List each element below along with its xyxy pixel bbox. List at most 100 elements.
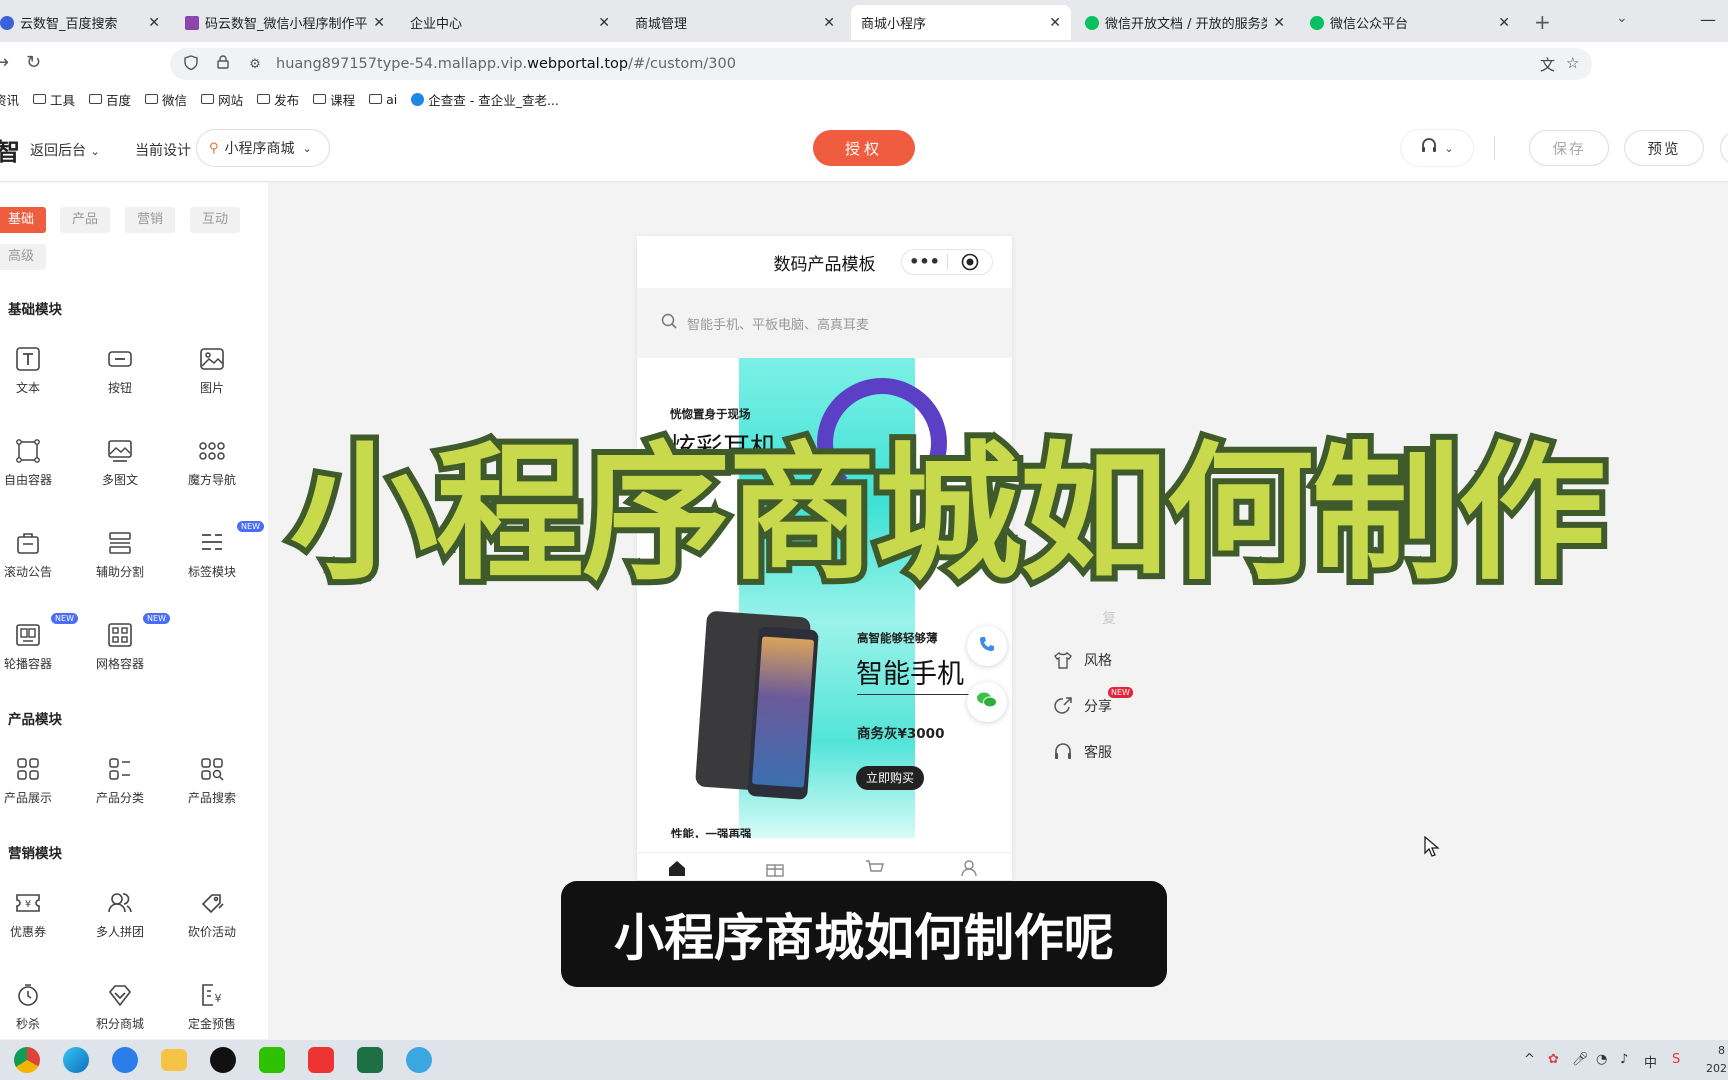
gift-icon[interactable] <box>765 859 785 880</box>
tab-advanced[interactable]: 高级 <box>0 244 47 270</box>
media-app-icon[interactable] <box>308 1047 334 1073</box>
excel-icon[interactable] <box>357 1047 383 1073</box>
tab-marketing[interactable]: 营销 <box>125 207 176 233</box>
browser-tab-5[interactable]: 微信开放文档 / 开放的服务类目 ✕ <box>1075 5 1295 40</box>
date[interactable]: 202 <box>1706 1062 1727 1075</box>
browser-tab-1[interactable]: 码云数智_微信小程序制作平台_ ✕ <box>175 5 395 40</box>
tray-app-icon[interactable]: ✿ <box>1548 1052 1559 1067</box>
phone-tagline: 高智能够轻够薄 <box>857 631 938 645</box>
tab-interaction[interactable]: 互动 <box>190 207 241 233</box>
save-button[interactable]: 保存 <box>1529 130 1609 166</box>
bookmark-item[interactable]: 企查查 - 查企业_查老... <box>411 90 559 109</box>
reload-icon[interactable]: ↻ <box>26 52 41 73</box>
edge-icon[interactable] <box>63 1047 89 1073</box>
wechat-button[interactable] <box>967 682 1007 722</box>
menu-item-style[interactable]: 风格 <box>1052 650 1112 670</box>
sogou-browser-icon[interactable] <box>112 1047 138 1073</box>
search-icon <box>661 313 677 333</box>
menu-item-share[interactable]: 分享 NEW <box>1052 687 1133 716</box>
module-divider[interactable]: 辅助分割 <box>80 529 160 580</box>
search-bar[interactable]: 智能手机、平板电脑、高真耳麦 <box>637 288 1012 358</box>
bookmark-item[interactable]: 百度 <box>89 90 131 109</box>
design-select[interactable]: ⚲ 小程序商城 ⌄ <box>196 129 330 167</box>
bookmark-item[interactable]: 资讯 <box>0 90 19 109</box>
home-icon[interactable] <box>667 859 687 880</box>
browser-tab-6[interactable]: 微信公众平台 ✕ <box>1300 5 1520 40</box>
module-points-mall[interactable]: 积分商城 <box>80 981 160 1032</box>
module-image[interactable]: 图片 <box>172 345 252 396</box>
module-coupon[interactable]: ¥ 优惠券 <box>0 889 68 940</box>
phone-call-button[interactable] <box>967 626 1007 666</box>
volume-icon[interactable]: ♪ <box>1620 1052 1628 1067</box>
authorize-button[interactable]: 授权 <box>813 130 915 166</box>
mini-program-capsule: ••• <box>901 249 993 275</box>
new-tab-button[interactable]: + <box>1534 10 1551 34</box>
buy-now-button[interactable]: 立即购买 <box>856 766 925 790</box>
minimize-icon[interactable]: — <box>1700 10 1716 29</box>
tab-close-icon[interactable]: ✕ <box>1273 15 1285 31</box>
user-icon[interactable] <box>959 859 979 880</box>
file-explorer-icon[interactable] <box>161 1049 187 1071</box>
translate-icon[interactable]: 文 <box>1540 54 1555 75</box>
tab-close-icon[interactable]: ✕ <box>598 15 610 31</box>
browser-tab-4[interactable]: 商城小程序 ✕ <box>851 5 1071 40</box>
preview-button[interactable]: 预览 <box>1624 130 1704 166</box>
sogou-ime-icon[interactable]: S <box>1672 1052 1680 1067</box>
bookmark-item[interactable]: 发布 <box>257 90 299 109</box>
support-menu[interactable]: ⌄ <box>1400 129 1474 167</box>
tab-close-icon[interactable]: ✕ <box>148 15 160 31</box>
wechat-icon[interactable] <box>259 1047 285 1073</box>
back-to-admin-button[interactable]: 返回后台 ⌄ <box>30 140 100 160</box>
module-bargain[interactable]: 砍价活动 <box>172 889 252 940</box>
star-icon[interactable]: ☆ <box>1566 54 1579 72</box>
qq-icon[interactable] <box>210 1047 236 1073</box>
chrome-icon[interactable] <box>14 1047 40 1073</box>
browser-tab-0[interactable]: 云数智_百度搜索 ✕ <box>0 5 170 40</box>
module-cube-nav[interactable]: 魔方导航 <box>172 437 252 488</box>
site-settings-icon[interactable]: ⚙ <box>244 57 266 72</box>
module-flash-sale[interactable]: 秒杀 <box>0 981 68 1032</box>
menu-item-copy[interactable]: 复 <box>1052 608 1116 628</box>
browser-tab-2[interactable]: 企业中心 ✕ <box>400 5 620 40</box>
url-input[interactable]: ⚙ huang897157type-54.mallapp.vip.webport… <box>170 48 1592 80</box>
new-badge: NEW <box>143 613 170 624</box>
folder-icon <box>33 94 47 104</box>
module-button[interactable]: 按钮 <box>80 345 160 396</box>
tab-close-icon[interactable]: ✕ <box>1498 15 1510 31</box>
module-carousel[interactable]: NEW 轮播容器 <box>0 613 78 672</box>
module-notice[interactable]: 滚动公告 <box>0 529 68 580</box>
module-free-container[interactable]: 自由容器 <box>0 437 68 488</box>
module-group-buy[interactable]: 多人拼团 <box>80 889 160 940</box>
tab-product[interactable]: 产品 <box>60 207 111 233</box>
forward-icon[interactable]: → <box>0 52 9 73</box>
module-product-search[interactable]: 产品搜索 <box>172 755 252 806</box>
clock[interactable]: 8 <box>1718 1044 1725 1057</box>
chevron-down-icon[interactable]: ⌄ <box>1616 10 1628 26</box>
bookmark-item[interactable]: 工具 <box>33 90 75 109</box>
tab-close-icon[interactable]: ✕ <box>373 15 385 31</box>
tray-chevron-up-icon[interactable]: ^ <box>1524 1052 1535 1067</box>
app-icon[interactable] <box>406 1047 432 1073</box>
bookmark-item[interactable]: ai <box>369 92 397 107</box>
module-tag[interactable]: NEW 标签模块 <box>172 521 264 580</box>
network-icon[interactable]: ◔ <box>1596 1052 1607 1067</box>
input-method-indicator[interactable]: 中 <box>1644 1052 1657 1071</box>
module-product-display[interactable]: 产品展示 <box>0 755 68 806</box>
menu-item-customer-service[interactable]: 客服 <box>1052 742 1112 762</box>
module-grid[interactable]: NEW 网格容器 <box>80 613 170 672</box>
tab-basic[interactable]: 基础 <box>0 207 47 233</box>
cart-icon[interactable] <box>865 859 885 880</box>
tab-close-icon[interactable]: ✕ <box>1049 15 1061 31</box>
module-presale[interactable]: ¥ 定金预售 <box>172 981 252 1032</box>
product-category-icon <box>80 755 160 783</box>
bookmark-item[interactable]: 微信 <box>145 90 187 109</box>
module-multi-image[interactable]: 多图文 <box>80 437 160 488</box>
browser-tab-3[interactable]: 商城管理 ✕ <box>625 5 845 40</box>
bookmark-item[interactable]: 网站 <box>201 90 243 109</box>
tab-close-icon[interactable]: ✕ <box>823 15 835 31</box>
more-button[interactable] <box>1720 130 1728 166</box>
bookmark-item[interactable]: 课程 <box>313 90 355 109</box>
microphone-icon[interactable]: 🎤︎ <box>1572 1052 1589 1067</box>
module-text[interactable]: 文本 <box>0 345 68 396</box>
module-product-category[interactable]: 产品分类 <box>80 755 160 806</box>
